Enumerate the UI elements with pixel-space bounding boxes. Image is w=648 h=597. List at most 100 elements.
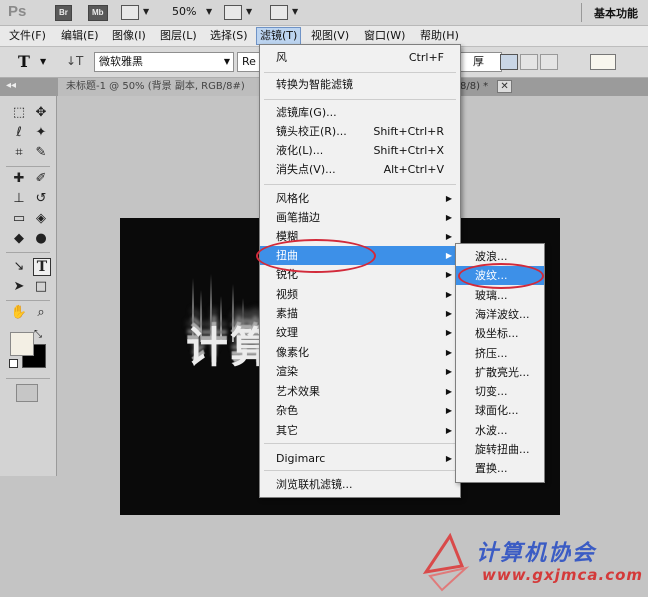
menu-help[interactable]: 帮助(H): [417, 28, 462, 44]
menu-item-wind[interactable]: 风 Ctrl+F: [260, 48, 460, 67]
submenu-item-polar-coordinates[interactable]: 极坐标...: [456, 324, 544, 343]
photoshop-logo: Ps: [8, 3, 27, 20]
zoom-tool-icon[interactable]: ⌕: [32, 304, 50, 322]
menu-item-video[interactable]: 视频 ▶: [260, 285, 460, 304]
menu-item-label: 滤镜库(G)...: [276, 106, 337, 119]
minibridge-button[interactable]: Mb: [88, 5, 108, 21]
submenu-item-twirl[interactable]: 旋转扭曲...: [456, 440, 544, 459]
menu-item-digimarc[interactable]: Digimarc ▶: [260, 449, 460, 468]
submenu-item-pinch[interactable]: 挤压...: [456, 344, 544, 363]
close-icon[interactable]: ✕: [497, 80, 512, 93]
screen-mode-icon[interactable]: [270, 5, 288, 20]
chevron-down-icon[interactable]: ▼: [292, 7, 298, 16]
history-brush-tool-icon[interactable]: ↺: [32, 190, 50, 208]
workspace-switcher[interactable]: 基本功能: [594, 5, 638, 21]
antialias-value: 厚: [473, 55, 484, 68]
font-family-select[interactable]: 微软雅黑 ▼: [94, 52, 234, 72]
chevron-down-icon[interactable]: ▼: [143, 7, 149, 16]
lasso-tool-icon[interactable]: ℓ: [10, 124, 28, 142]
submenu-item-ocean-ripple[interactable]: 海洋波纹...: [456, 305, 544, 324]
hand-tool-icon[interactable]: ✋: [10, 304, 28, 322]
paint-bucket-tool-icon[interactable]: ◈: [32, 210, 50, 228]
chevron-down-icon: ▼: [223, 57, 230, 66]
menu-edit[interactable]: 编辑(E): [58, 28, 102, 44]
submenu-arrow-icon: ▶: [445, 328, 452, 337]
menu-item-convert-smart-filter[interactable]: 转换为智能滤镜: [260, 75, 460, 94]
menu-item-texture[interactable]: 纹理 ▶: [260, 323, 460, 342]
bridge-button[interactable]: Br: [55, 5, 72, 21]
rectangle-tool-icon[interactable]: □: [32, 278, 50, 296]
submenu-item-displace[interactable]: 置换...: [456, 459, 544, 478]
submenu-item-diffuse-glow[interactable]: 扩散亮光...: [456, 363, 544, 382]
clone-stamp-tool-icon[interactable]: ⊥: [10, 190, 28, 208]
quick-mask-icon[interactable]: [16, 384, 38, 402]
menu-item-pixelate[interactable]: 像素化 ▶: [260, 343, 460, 362]
brush-tool-icon[interactable]: ✐: [32, 170, 50, 188]
menu-image[interactable]: 图像(I): [109, 28, 149, 44]
divider: [6, 300, 50, 301]
align-left-icon[interactable]: [500, 54, 518, 70]
shortcut-label: Alt+Ctrl+V: [383, 163, 444, 176]
antialias-select[interactable]: 厚: [460, 52, 502, 72]
menu-item-label: 纹理: [276, 326, 298, 339]
crop-tool-icon[interactable]: ⌗: [10, 144, 28, 162]
submenu-item-shear[interactable]: 切变...: [456, 382, 544, 401]
menu-item-render[interactable]: 渲染 ▶: [260, 362, 460, 381]
menu-item-noise[interactable]: 杂色 ▶: [260, 401, 460, 420]
menu-item-label: 其它: [276, 424, 298, 437]
menu-item-label: 杂色: [276, 404, 298, 417]
marquee-tool-icon[interactable]: ⬚: [10, 104, 28, 122]
document-tab[interactable]: 未标题-1 @ 50% (背景 副本, RGB/8#): [58, 78, 266, 96]
path-selection-tool-icon[interactable]: ➤: [10, 278, 28, 296]
menu-item-other[interactable]: 其它 ▶: [260, 421, 460, 440]
menu-item-browse-online-filters[interactable]: 浏览联机滤镜...: [260, 475, 460, 494]
zoom-level[interactable]: 50%: [172, 5, 196, 18]
submenu-arrow-icon: ▶: [445, 251, 452, 260]
swap-colors-icon[interactable]: ⤡: [34, 329, 42, 340]
foreground-color-swatch[interactable]: [10, 332, 34, 356]
align-right-icon[interactable]: [540, 54, 558, 70]
menu-select[interactable]: 选择(S): [207, 28, 251, 44]
pen-tool-icon[interactable]: ↘: [10, 258, 28, 276]
menu-item-label: 浏览联机滤镜...: [276, 478, 353, 491]
default-colors-icon[interactable]: [9, 359, 18, 368]
arrange-documents-icon[interactable]: [224, 5, 242, 20]
submenu-item-label: 球面化...: [475, 404, 519, 417]
blur-tool-icon[interactable]: ◆: [10, 230, 28, 248]
menu-window[interactable]: 窗口(W): [361, 28, 408, 44]
text-orientation-icon[interactable]: ↓T: [66, 54, 83, 68]
submenu-item-spherize[interactable]: 球面化...: [456, 401, 544, 420]
menu-item-liquify[interactable]: 液化(L)... Shift+Ctrl+X: [260, 141, 460, 160]
menu-filter[interactable]: 滤镜(T): [256, 27, 302, 45]
menu-item-sketch[interactable]: 素描 ▶: [260, 304, 460, 323]
align-center-icon[interactable]: [520, 54, 538, 70]
submenu-arrow-icon: ▶: [445, 406, 452, 415]
chevron-down-icon[interactable]: ▼: [206, 7, 212, 16]
view-extras-icon[interactable]: [121, 5, 139, 20]
menu-layer[interactable]: 图层(L): [157, 28, 200, 44]
collapse-panel-icon[interactable]: ◂◂: [6, 80, 16, 91]
text-color-swatch[interactable]: [590, 54, 616, 70]
quick-selection-tool-icon[interactable]: ✦: [32, 124, 50, 142]
menu-item-filter-gallery[interactable]: 滤镜库(G)...: [260, 103, 460, 122]
menu-item-lens-correction[interactable]: 镜头校正(R)... Shift+Ctrl+R: [260, 122, 460, 141]
dodge-tool-icon[interactable]: ●: [32, 230, 50, 248]
shortcut-label: Shift+Ctrl+X: [373, 144, 444, 157]
submenu-item-zigzag[interactable]: 水波...: [456, 421, 544, 440]
document-tab-second[interactable]: 8/8) * ✕: [460, 78, 512, 96]
eyedropper-tool-icon[interactable]: ✎: [32, 144, 50, 162]
menu-item-vanishing-point[interactable]: 消失点(V)... Alt+Ctrl+V: [260, 160, 460, 179]
type-tool-icon[interactable]: T: [18, 52, 30, 71]
chevron-down-icon[interactable]: ▼: [246, 7, 252, 16]
chevron-down-icon[interactable]: ▼: [40, 57, 46, 66]
menu-item-brush-strokes[interactable]: 画笔描边 ▶: [260, 208, 460, 227]
eraser-tool-icon[interactable]: ▭: [10, 210, 28, 228]
menu-item-stylize[interactable]: 风格化 ▶: [260, 189, 460, 208]
move-tool-icon[interactable]: ✥: [32, 104, 50, 122]
menu-item-artistic[interactable]: 艺术效果 ▶: [260, 382, 460, 401]
divider: [581, 3, 582, 22]
menu-view[interactable]: 视图(V): [308, 28, 352, 44]
healing-brush-tool-icon[interactable]: ✚: [10, 170, 28, 188]
type-tool-icon[interactable]: T: [33, 258, 51, 276]
menu-file[interactable]: 文件(F): [6, 28, 49, 44]
